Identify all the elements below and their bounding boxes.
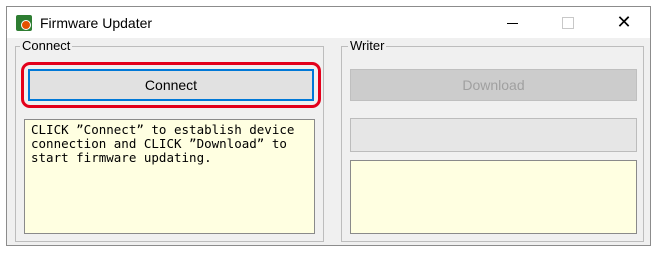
writer-group: Writer Download [341,38,644,242]
writer-message-box[interactable] [350,160,637,234]
close-button[interactable]: ✕ [601,7,647,38]
connect-group-label: Connect [20,38,73,54]
window-title: Firmware Updater [40,15,153,31]
writer-group-label: Writer [348,38,387,54]
download-button: Download [350,69,637,101]
maximize-button [545,7,591,38]
minimize-icon [506,23,518,24]
connect-message-text: CLICK ”Connect” to establish device conn… [31,122,295,165]
connect-button[interactable]: Connect [28,69,314,101]
title-bar[interactable]: Firmware Updater ✕ [7,7,650,38]
download-progress-bar [350,118,637,152]
connect-message-box[interactable]: CLICK ”Connect” to establish device conn… [24,119,315,234]
connect-button-label: Connect [144,77,198,93]
firmware-updater-window: Firmware Updater ✕ Connect Connect CLICK… [6,6,651,246]
close-icon: ✕ [616,12,632,32]
app-icon [16,15,32,31]
connect-group: Connect Connect CLICK ”Connect” to estab… [15,38,324,242]
maximize-icon [562,16,574,29]
minimize-button[interactable] [489,7,535,38]
download-button-label: Download [462,77,525,93]
